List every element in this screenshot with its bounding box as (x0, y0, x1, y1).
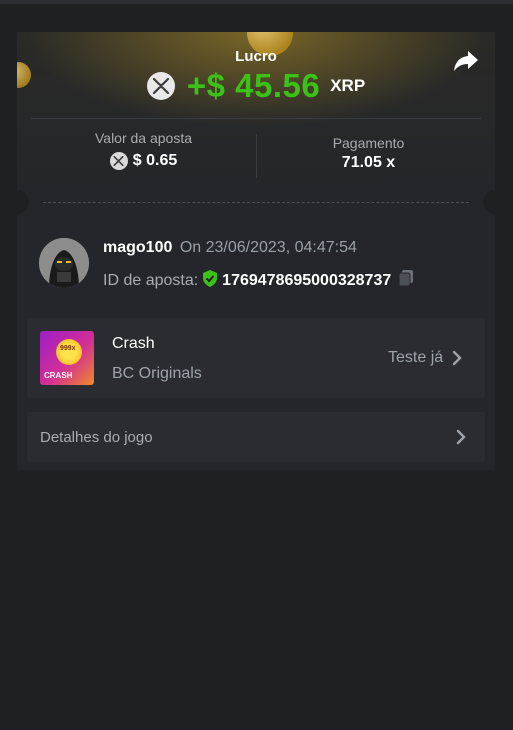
game-provider: BC Originals (112, 365, 202, 382)
game-row[interactable]: 999x CRASH Crash BC Originals Teste já (27, 318, 485, 398)
bet-id-label: ID de aposta: (103, 271, 199, 289)
xrp-icon (146, 72, 175, 100)
user-line: mago100 On 23/06/2023, 04:47:54 (103, 239, 357, 257)
divider (31, 118, 481, 119)
username[interactable]: mago100 (103, 239, 172, 256)
game-thumbnail-label: CRASH (44, 371, 73, 380)
game-details-row[interactable]: Detalhes do jogo (27, 412, 485, 462)
bet-amount-block: Valor da aposta $ 0.65 (31, 130, 256, 170)
copy-icon[interactable] (397, 269, 415, 292)
game-thumbnail[interactable]: 999x CRASH (40, 331, 94, 385)
chevron-right-icon (452, 350, 462, 366)
game-details-label: Detalhes do jogo (40, 429, 153, 446)
payout-block: Pagamento 71.05 x (256, 130, 481, 172)
bet-date: On 23/06/2023, 04:47:54 (179, 239, 357, 256)
xrp-icon (109, 152, 128, 170)
bet-amount-label: Valor da aposta (94, 130, 193, 146)
profit-amount: +$ 45.56 (186, 67, 321, 104)
payout-label: Pagamento (332, 135, 405, 151)
avatar[interactable] (39, 238, 89, 288)
top-border (0, 0, 513, 4)
ticket-notch-left (17, 190, 29, 214)
bet-amount-value-row: $ 0.65 (31, 152, 256, 170)
profit-currency: XRP (330, 76, 366, 95)
ticket-notch-right (483, 190, 495, 214)
bet-amount-value: $ 0.65 (132, 152, 178, 169)
chevron-right-icon (456, 429, 466, 445)
dashed-separator (43, 202, 469, 203)
try-now-link[interactable]: Teste já (388, 349, 462, 367)
profit-row: +$ 45.56 XRP (17, 67, 495, 104)
try-now-label: Teste já (388, 349, 444, 366)
bet-id-value: 1769478695000328737 (222, 271, 392, 289)
game-thumbnail-badge: 999x (60, 345, 76, 352)
game-thumbnail-burst (56, 339, 82, 365)
payout-value: 71.05 x (341, 154, 396, 171)
shield-check-icon (202, 269, 218, 292)
profit-title: Lucro (235, 48, 277, 65)
hero-banner: Lucro +$ 45.56 XRP Valor da aposta $ 0.6… (17, 32, 495, 192)
bet-details-card: Lucro +$ 45.56 XRP Valor da aposta $ 0.6… (17, 32, 495, 470)
game-name: Crash (112, 335, 155, 352)
bet-id-line: ID de aposta: 1769478695000328737 (103, 269, 415, 292)
